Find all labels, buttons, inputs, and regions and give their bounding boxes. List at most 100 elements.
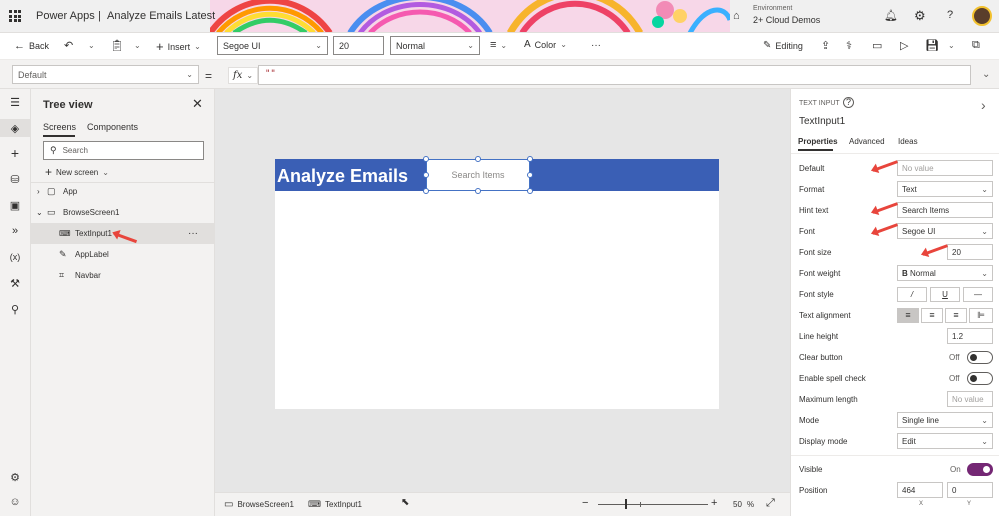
tree-search-box[interactable]: ⚲ Search <box>43 141 204 160</box>
save-chevron-icon[interactable]: ⌄ <box>948 41 955 50</box>
screen-breadcrumb[interactable]: ▭ BrowseScreen1 <box>224 499 294 510</box>
tree-item-app[interactable]: › ▢ App <box>31 181 214 202</box>
resize-handle[interactable] <box>527 172 533 178</box>
resize-handle[interactable] <box>423 188 429 194</box>
font-weight-dropdown[interactable]: Normal ⌄ <box>390 36 480 55</box>
environment-name[interactable]: 2+ Cloud Demos <box>753 15 820 25</box>
format-dropdown[interactable]: Text ⌄ <box>897 181 993 197</box>
editing-mode-button[interactable]: ✎ Editing <box>763 40 803 51</box>
property-dropdown[interactable]: Default ⌄ <box>12 65 199 84</box>
formula-input[interactable]: "" <box>258 65 971 85</box>
tree-item-applabel[interactable]: ✎ AppLabel <box>31 244 214 265</box>
spell-check-toggle[interactable] <box>967 371 993 385</box>
chevron-right-icon[interactable]: › <box>981 97 986 113</box>
tab-ideas[interactable]: Ideas <box>898 137 918 146</box>
tab-screens[interactable]: Screens <box>43 122 76 132</box>
fit-to-window-icon[interactable]: ⤢ <box>766 497 775 510</box>
back-button[interactable]: ← Back <box>14 40 49 52</box>
publish-icon[interactable]: ⧉ <box>972 39 980 52</box>
zoom-slider[interactable] <box>598 504 708 505</box>
hamburger-icon[interactable]: ☰ <box>8 95 22 109</box>
zoom-out-button[interactable]: − <box>582 497 588 509</box>
media-icon[interactable]: ▣ <box>8 198 22 212</box>
gear-icon[interactable]: ⚙ <box>914 8 926 24</box>
text-align-button[interactable]: ≡ ⌄ <box>490 39 507 51</box>
app-checker-icon[interactable]: ⚕ <box>846 39 852 52</box>
save-icon[interactable]: 💾︎ <box>925 39 939 52</box>
insert-button[interactable]: + Insert ⌄ <box>156 39 201 54</box>
layers-icon[interactable]: ◈ <box>8 121 22 135</box>
comments-icon[interactable]: ▭ <box>872 39 882 52</box>
align-right-button[interactable]: ≡ <box>945 307 967 323</box>
font-dropdown[interactable]: Segoe UI ⌄ <box>897 223 993 239</box>
app-launcher-icon[interactable] <box>9 10 21 22</box>
align-center-button[interactable]: ≡ <box>921 307 943 323</box>
line-height-input[interactable]: 1.2 <box>947 328 993 344</box>
virtual-agent-icon[interactable]: ☺ <box>8 495 22 509</box>
play-icon[interactable]: ▷ <box>900 39 908 52</box>
data-icon[interactable]: ⛁ <box>8 172 22 186</box>
resize-handle[interactable] <box>527 188 533 194</box>
variables-icon[interactable]: (x) <box>8 250 22 264</box>
tree-item-textinput1[interactable]: ⌨ TextInput1 ··· <box>31 223 214 244</box>
font-weight-dropdown[interactable]: B Normal ⌄ <box>897 265 993 281</box>
power-automate-icon[interactable]: » <box>8 224 22 238</box>
app-screen[interactable]: Analyze Emails Search Items <box>275 156 719 409</box>
resize-handle[interactable] <box>423 156 429 162</box>
paste-icon[interactable]: 📋︎ <box>110 39 124 52</box>
environment-icon[interactable]: ⌂ <box>733 10 740 22</box>
resize-handle[interactable] <box>475 156 481 162</box>
avatar[interactable] <box>972 6 992 26</box>
resize-handle[interactable] <box>475 188 481 194</box>
info-icon[interactable]: ? <box>843 97 854 108</box>
font-dropdown[interactable]: Segoe UI ⌄ <box>217 36 328 55</box>
bell-icon[interactable]: 🔔︎ <box>884 9 898 22</box>
font-size-input[interactable]: 20 <box>333 36 384 55</box>
settings-icon[interactable]: ⚙ <box>8 470 22 484</box>
tab-components[interactable]: Components <box>87 122 138 132</box>
underline-button[interactable]: U <box>930 286 960 302</box>
tab-properties[interactable]: Properties <box>798 137 838 146</box>
control-name[interactable]: TextInput1 <box>799 116 845 127</box>
position-x-input[interactable]: 464 <box>897 482 943 498</box>
app-label[interactable]: Analyze Emails <box>277 166 408 187</box>
search-icon[interactable]: ⚲ <box>8 302 22 316</box>
zoom-slider-thumb[interactable] <box>625 499 627 509</box>
clear-button-toggle[interactable] <box>967 350 993 364</box>
undo-chevron-icon[interactable]: ⌄ <box>88 41 95 50</box>
fx-button[interactable]: fx ⌄ <box>228 67 259 84</box>
header-bar[interactable]: Analyze Emails Search Items <box>275 156 719 194</box>
font-size-input[interactable]: 20 <box>947 244 993 260</box>
hint-text-input[interactable]: Search Items <box>897 202 993 218</box>
expand-formula-icon[interactable]: ⌄ <box>982 69 990 80</box>
zoom-in-button[interactable]: + <box>711 497 717 509</box>
resize-handle[interactable] <box>527 156 533 162</box>
insert-plus-icon[interactable]: + <box>8 145 22 161</box>
close-icon[interactable]: ✕ <box>192 96 203 112</box>
align-justify-button[interactable]: ⊫ <box>969 307 993 323</box>
position-y-input[interactable]: 0 <box>947 482 993 498</box>
tree-item-browsescreen1[interactable]: ⌄ ▭ BrowseScreen1 <box>31 202 214 223</box>
tools-icon[interactable]: ⚒ <box>8 276 22 290</box>
max-length-input[interactable]: No value <box>947 391 993 407</box>
more-options-button[interactable]: ··· <box>188 228 198 239</box>
search-text-input[interactable]: Search Items <box>426 159 530 191</box>
display-mode-dropdown[interactable]: Edit ⌄ <box>897 433 993 449</box>
italic-button[interactable]: / <box>897 286 927 302</box>
control-breadcrumb[interactable]: ⌨ TextInput1 <box>308 499 362 510</box>
tab-advanced[interactable]: Advanced <box>849 137 885 146</box>
tree-item-navbar[interactable]: ⌗ Navbar <box>31 265 214 286</box>
share-icon[interactable]: ⇪ <box>821 39 830 52</box>
default-input[interactable]: No value <box>897 160 993 176</box>
help-icon[interactable]: ? <box>947 9 953 21</box>
new-screen-button[interactable]: + New screen ⌄ <box>45 165 109 179</box>
resize-handle[interactable] <box>423 172 429 178</box>
mode-dropdown[interactable]: Single line ⌄ <box>897 412 993 428</box>
strikethrough-button[interactable]: — <box>963 286 993 302</box>
paste-chevron-icon[interactable]: ⌄ <box>134 41 141 50</box>
undo-icon[interactable]: ↶ <box>64 39 73 52</box>
visible-toggle[interactable] <box>967 462 993 476</box>
more-commands-button[interactable]: ··· <box>591 40 601 51</box>
align-left-button[interactable]: ≡ <box>897 307 919 323</box>
color-button[interactable]: A Color ⌄ <box>524 39 567 50</box>
